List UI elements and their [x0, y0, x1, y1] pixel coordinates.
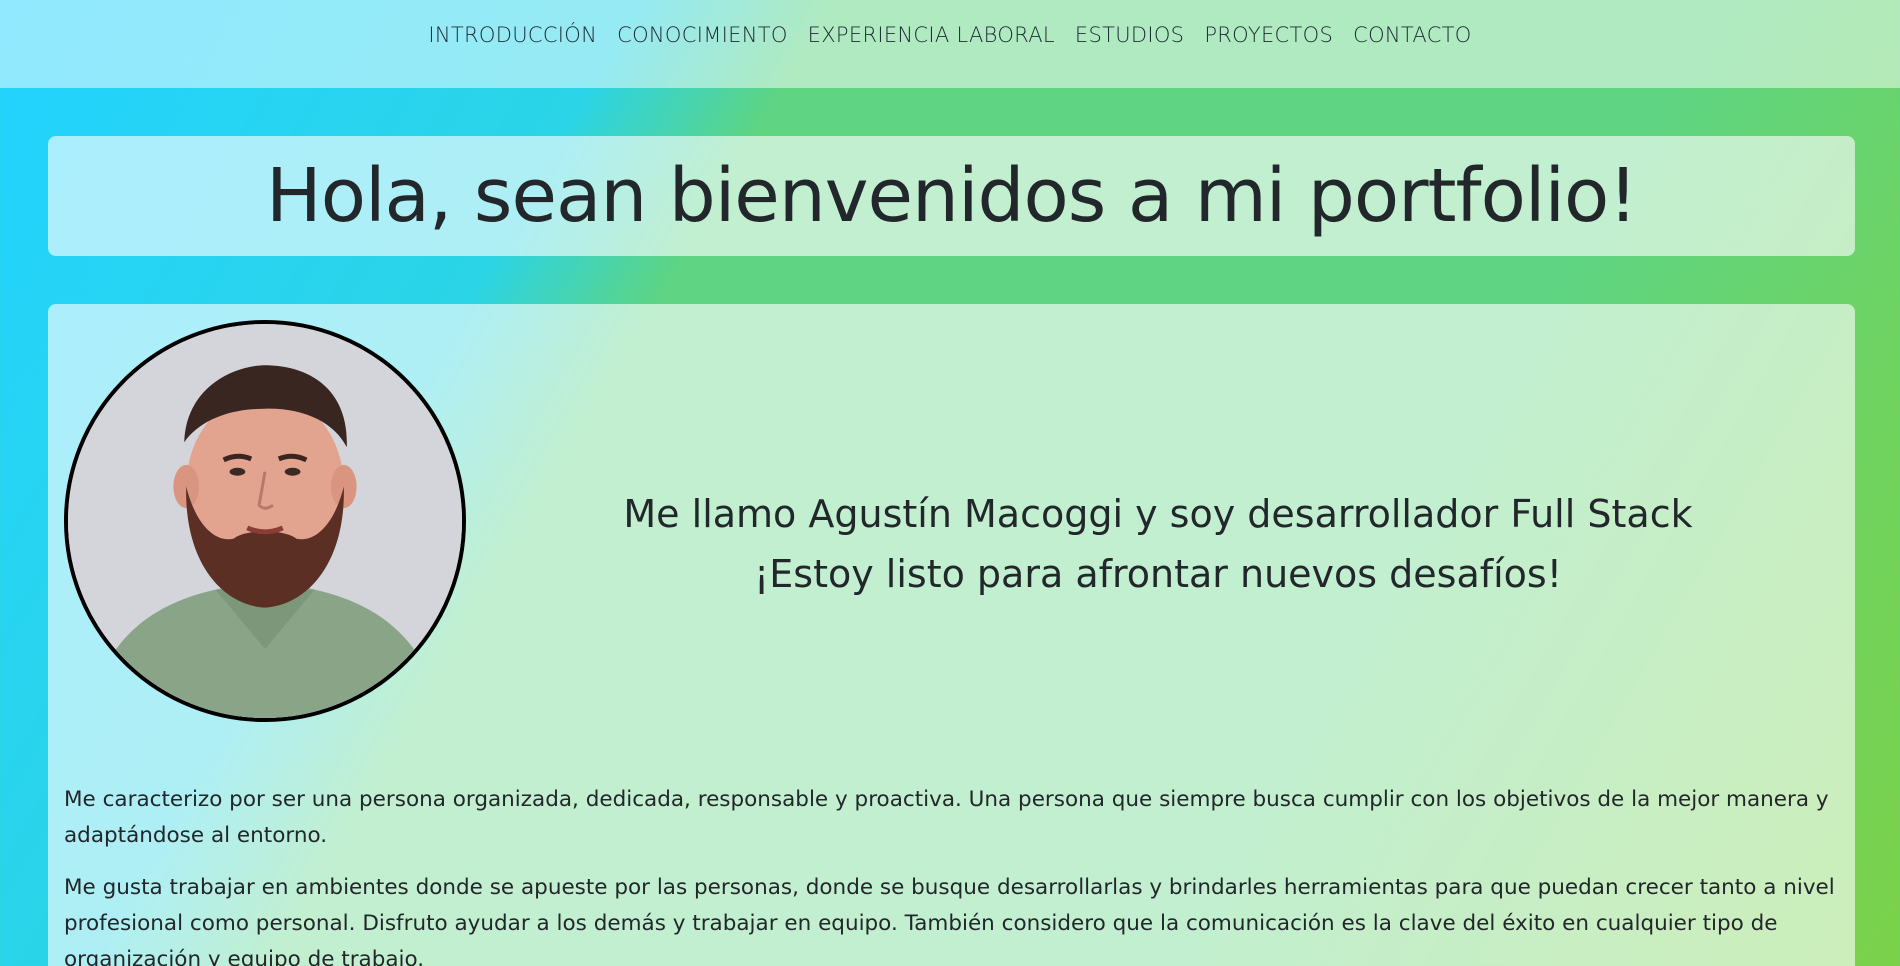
- page-title: Hola, sean bienvenidos a mi portfolio!: [266, 153, 1638, 239]
- nav-link-estudios[interactable]: ESTUDIOS: [1075, 23, 1184, 47]
- nav-link-contacto[interactable]: CONTACTO: [1353, 23, 1472, 47]
- profile-photo: [68, 324, 462, 718]
- nav-link-experiencia-laboral[interactable]: EXPERIENCIA LABORAL: [808, 23, 1055, 47]
- nav-link-introduccion[interactable]: INTRODUCCIÓN: [428, 23, 597, 47]
- bio-paragraph: Me gusta trabajar en ambientes donde se …: [64, 875, 1835, 966]
- avatar: [64, 320, 466, 722]
- headline-line-2: ¡Estoy listo para afrontar nuevos desafí…: [754, 552, 1562, 596]
- top-navbar: INTRODUCCIÓN CONOCIMIENTO EXPERIENCIA LA…: [0, 0, 1900, 88]
- bio-paragraph: Me caracterizo por ser una persona organ…: [64, 787, 1829, 848]
- intro-headline: Me llamo Agustín Macoggi y soy desarroll…: [518, 484, 1798, 604]
- headline-line-1: Me llamo Agustín Macoggi y soy desarroll…: [623, 492, 1693, 536]
- nav-link-proyectos[interactable]: PROYECTOS: [1204, 23, 1333, 47]
- intro-card: Me llamo Agustín Macoggi y soy desarroll…: [48, 304, 1855, 966]
- bio-text: Me caracterizo por ser una persona organ…: [64, 782, 1844, 966]
- nav-link-conocimiento[interactable]: CONOCIMIENTO: [617, 23, 788, 47]
- title-card: Hola, sean bienvenidos a mi portfolio!: [48, 136, 1855, 256]
